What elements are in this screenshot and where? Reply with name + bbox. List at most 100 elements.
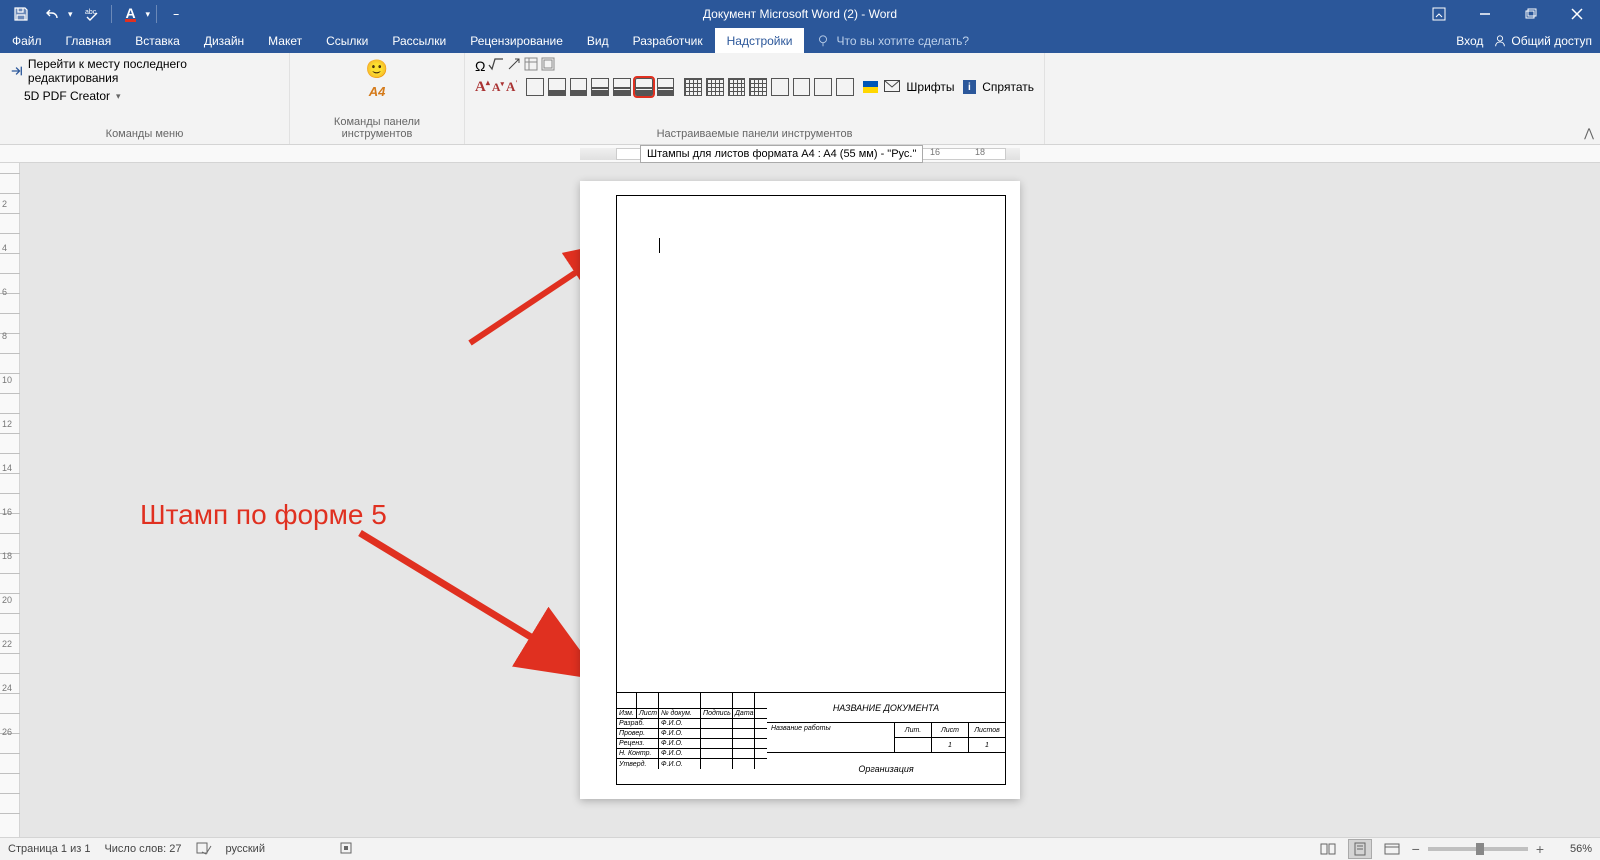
undo-button[interactable] <box>40 1 66 27</box>
sqrt-button[interactable] <box>488 57 504 74</box>
tab-addins[interactable]: Надстройки <box>715 28 805 53</box>
ribbon-display-button[interactable] <box>1416 0 1462 28</box>
font-small-button[interactable]: A▾ <box>492 80 504 95</box>
ua-flag-button[interactable] <box>863 81 879 93</box>
tb-row-nkontr: Н. Контр. <box>617 749 659 758</box>
mail-icon-button[interactable] <box>884 80 900 95</box>
minimize-button[interactable] <box>1462 0 1508 28</box>
zoom-out-button[interactable]: − <box>1412 841 1420 857</box>
group-label: Команды меню <box>10 126 279 142</box>
tb-row-utverd: Утверд. <box>617 759 659 769</box>
tb-listov: Листов <box>969 723 1005 737</box>
tb-hdr-izm: Изм. <box>617 709 637 718</box>
lightbulb-icon <box>816 34 830 48</box>
stamp-10-button[interactable] <box>728 78 746 96</box>
stamp-tooltip: Штампы для листов формата A4 : A4 (55 мм… <box>640 145 923 163</box>
text-cursor <box>659 238 660 253</box>
pdf-creator-button[interactable]: 5D PDF Creator ▾ <box>10 89 279 103</box>
share-icon <box>1493 34 1507 48</box>
view-print-button[interactable] <box>1348 839 1372 859</box>
stamp-1-button[interactable] <box>526 78 544 96</box>
status-proofing-icon[interactable] <box>196 841 212 858</box>
collapse-ribbon-button[interactable]: ⋀ <box>1584 126 1594 140</box>
page-frame: Изм. Лист № докум. Подпись Дата Разраб.Ф… <box>616 195 1006 785</box>
tab-home[interactable]: Главная <box>54 28 124 53</box>
view-web-button[interactable] <box>1380 839 1404 859</box>
tab-view[interactable]: Вид <box>575 28 621 53</box>
qat-customize-button[interactable]: ⎯ <box>163 1 189 27</box>
status-macro-icon[interactable] <box>339 841 353 858</box>
tb-org: Организация <box>767 753 1005 785</box>
signin-link[interactable]: Вход <box>1456 34 1483 48</box>
tab-design[interactable]: Дизайн <box>192 28 256 53</box>
goto-icon <box>10 64 24 78</box>
share-button[interactable]: Общий доступ <box>1493 34 1592 48</box>
smiley-icon[interactable]: 🙂 <box>366 59 388 80</box>
tab-developer[interactable]: Разработчик <box>621 28 715 53</box>
zoom-in-button[interactable]: + <box>1536 841 1544 857</box>
annotation-label: Штамп по форме 5 <box>140 499 387 531</box>
stamp-4-button[interactable] <box>591 78 609 96</box>
tab-layout[interactable]: Макет <box>256 28 314 53</box>
stamp-9-button[interactable] <box>706 78 724 96</box>
stamp-2-button[interactable] <box>548 78 566 96</box>
save-button[interactable] <box>8 1 34 27</box>
stamp-7-button[interactable] <box>657 78 675 96</box>
cross-ref-button[interactable] <box>507 57 521 74</box>
view-read-button[interactable] <box>1316 839 1340 859</box>
fontcolor-dropdown-icon[interactable]: ▾ <box>146 9 151 20</box>
fonts-button[interactable]: Шрифты <box>906 80 954 94</box>
tb-hdr-sign: Подпись <box>701 709 733 718</box>
tb-hdr-date: Дата <box>733 709 755 718</box>
tb-lit: Лит. <box>895 723 932 737</box>
tb-hdr-ndoc: № докум. <box>659 709 701 718</box>
undo-dropdown-icon[interactable]: ▾ <box>68 9 73 20</box>
statusbar: Страница 1 из 1 Число слов: 27 русский −… <box>0 837 1600 860</box>
omega-button[interactable]: Ω <box>475 58 485 74</box>
tab-file[interactable]: Файл <box>0 28 54 53</box>
frame-button[interactable] <box>541 57 555 74</box>
ribbon-group-custom-toolbars: Ω A▴ A▾ A' <box>465 53 1045 144</box>
close-button[interactable] <box>1554 0 1600 28</box>
a4-button[interactable]: А4 <box>369 84 386 99</box>
spellcheck-button[interactable]: abc <box>79 1 105 27</box>
tab-review[interactable]: Рецензирование <box>458 28 575 53</box>
stamp-12-button[interactable] <box>771 78 789 96</box>
stamp-5-button[interactable] <box>613 78 631 96</box>
tb-list: Лист <box>932 723 969 737</box>
tab-insert[interactable]: Вставка <box>123 28 192 53</box>
stamp-6-button-highlighted[interactable] <box>635 78 653 96</box>
table-small-button[interactable] <box>524 57 538 74</box>
stamp-15-button[interactable] <box>836 78 854 96</box>
stamp-3-button[interactable] <box>570 78 588 96</box>
maximize-button[interactable] <box>1508 0 1554 28</box>
stamp-8-button[interactable] <box>684 78 702 96</box>
tell-me-search[interactable]: Что вы хотите сделать? <box>804 28 981 53</box>
tb-row-recenz: Реценз. <box>617 739 659 748</box>
hide-button[interactable]: Спрятать <box>982 80 1034 94</box>
info-icon[interactable]: i <box>963 80 977 94</box>
status-wordcount[interactable]: Число слов: 27 <box>104 843 181 855</box>
titlebar: ▾ abc A ▾ ⎯ Документ Microsoft Word (2) … <box>0 0 1600 28</box>
goto-last-edit-button[interactable]: Перейти к месту последнего редактировани… <box>10 57 279 85</box>
title-block: Изм. Лист № докум. Подпись Дата Разраб.Ф… <box>617 692 1005 784</box>
stamp-14-button[interactable] <box>814 78 832 96</box>
font-reset-button[interactable]: A' <box>506 79 517 95</box>
status-language[interactable]: русский <box>226 843 265 855</box>
stamp-13-button[interactable] <box>793 78 811 96</box>
zoom-level[interactable]: 56% <box>1552 843 1592 855</box>
zoom-slider[interactable] <box>1428 847 1528 851</box>
tb-row-razrab: Разраб. <box>617 719 659 728</box>
annotation-arrow-down <box>350 523 610 693</box>
document-page[interactable]: Изм. Лист № докум. Подпись Дата Разраб.Ф… <box>580 181 1020 799</box>
ribbon-group-menu-commands: Перейти к месту последнего редактировани… <box>0 53 290 144</box>
tab-mailings[interactable]: Рассылки <box>380 28 458 53</box>
vertical-ruler[interactable]: 2468101214161820222426 <box>0 163 20 837</box>
tab-references[interactable]: Ссылки <box>314 28 380 53</box>
window-title: Документ Microsoft Word (2) - Word <box>703 7 897 21</box>
status-page[interactable]: Страница 1 из 1 <box>8 843 90 855</box>
stamp-11-button[interactable] <box>749 78 767 96</box>
font-large-button[interactable]: A▴ <box>475 78 490 96</box>
tb-docname: НАЗВАНИЕ ДОКУМЕНТА <box>767 693 1005 723</box>
font-color-button[interactable]: A <box>118 1 144 27</box>
